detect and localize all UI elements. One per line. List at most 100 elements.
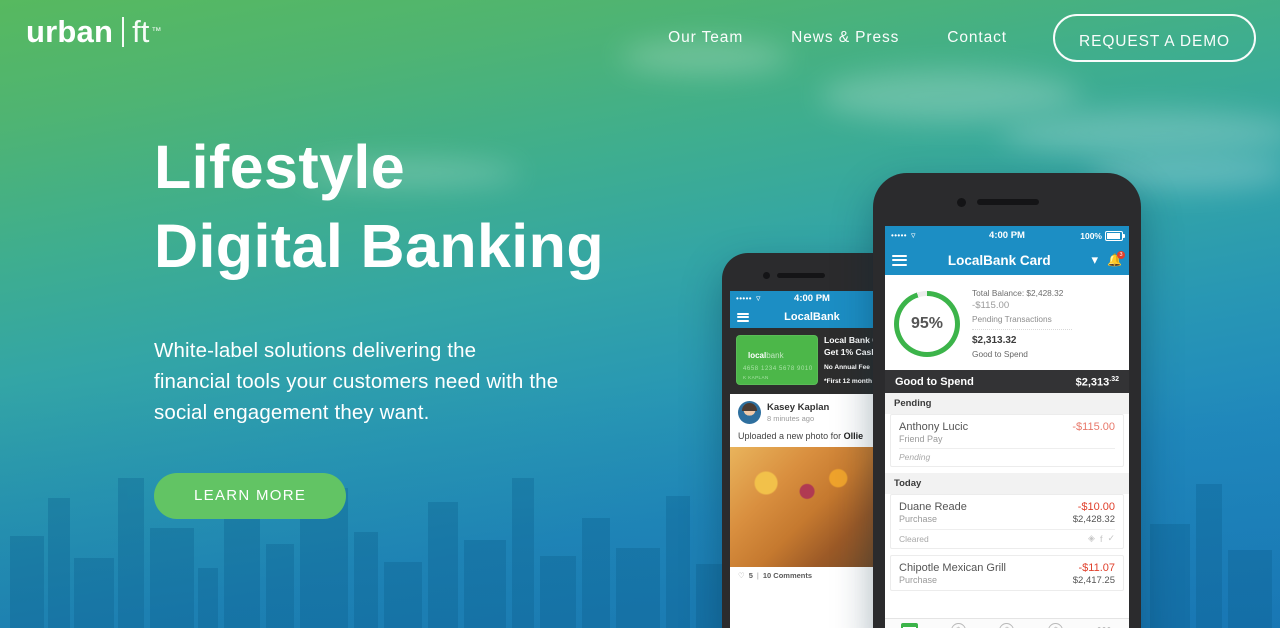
hamburger-icon[interactable] bbox=[892, 254, 907, 266]
transaction-amount: -$11.07 bbox=[1078, 562, 1116, 575]
phone-speaker bbox=[777, 273, 825, 278]
main-navigation: Our Team News & Press Contact REQUEST A … bbox=[644, 12, 1256, 64]
dollar-circle-icon: $ bbox=[950, 623, 966, 628]
card-number: 4658 1234 5678 9010 bbox=[743, 366, 813, 372]
table-row[interactable]: Chipotle Mexican Grill -$11.07 Purchase … bbox=[890, 555, 1124, 592]
dollar-circle-icon: $ bbox=[999, 623, 1015, 628]
front-app-bar: LocalBank Card ▾ 🔔 3 bbox=[885, 245, 1129, 275]
nav-item-news-press[interactable]: News & Press bbox=[767, 12, 923, 64]
ring-percent-label: 95% bbox=[910, 314, 944, 332]
section-heading-pending: Pending bbox=[885, 393, 1129, 415]
battery-icon bbox=[1105, 230, 1125, 241]
hero-content: Lifestyle Digital Banking White-label so… bbox=[154, 128, 604, 520]
good-to-spend-label: Good to Spend bbox=[972, 349, 1028, 360]
promo-line-2: Get 1% Cash bbox=[824, 346, 877, 357]
good-to-spend-amount: $2,313.32 bbox=[972, 334, 1017, 346]
transaction-amount: -$10.00 bbox=[1077, 501, 1115, 514]
nav-item-our-team[interactable]: Our Team bbox=[644, 12, 767, 64]
pending-label: Pending Transactions bbox=[972, 313, 1052, 324]
back-status-bar: ••••• ▿ 4:00 PM bbox=[730, 291, 894, 306]
balance-details: Total Balance: $2,428.32 -$115.00 Pendin… bbox=[972, 287, 1072, 360]
status-time: 4:00 PM bbox=[794, 293, 830, 304]
bell-badge: 3 bbox=[1117, 251, 1125, 259]
bell-icon[interactable]: 🔔 3 bbox=[1107, 251, 1125, 267]
transaction-bottom-row: Cleared ◈ f ✓ bbox=[899, 529, 1115, 544]
transaction-top-row: Chipotle Mexican Grill -$11.07 bbox=[899, 562, 1115, 574]
transaction-social-icons: ◈ f ✓ bbox=[1088, 533, 1115, 544]
transaction-status: Pending bbox=[899, 452, 931, 463]
comment-count[interactable]: 10 Comments bbox=[763, 571, 812, 580]
check-icon[interactable]: ✓ bbox=[1107, 533, 1115, 544]
transaction-bottom-row: Pending bbox=[899, 448, 1115, 462]
like-count: 5 bbox=[748, 570, 753, 580]
post-caption: Uploaded a new photo for Ollie bbox=[738, 430, 864, 441]
card-icon bbox=[900, 623, 918, 628]
bottom-tab-bar: Activity $ Load $ Pay $ Transfer bbox=[885, 618, 1129, 628]
post-author: Kasey Kaplan bbox=[767, 401, 830, 413]
card-brand: localbank bbox=[748, 351, 784, 360]
pending-amount: -$115.00 bbox=[972, 300, 1010, 312]
good-to-spend-bar: Good to Spend $2,313.32 bbox=[885, 370, 1129, 394]
social-feed-post[interactable]: Kasey Kaplan 8 minutes ago Uploaded a ne… bbox=[730, 393, 894, 584]
facebook-icon[interactable]: f bbox=[1100, 534, 1103, 544]
learn-more-button[interactable]: LEARN MORE bbox=[154, 473, 347, 520]
post-header: Kasey Kaplan 8 minutes ago bbox=[730, 394, 894, 429]
transaction-top-row: Anthony Lucic -$115.00 bbox=[899, 421, 1115, 433]
back-phone-screen: ••••• ▿ 4:00 PM LocalBank localbank 4658… bbox=[730, 291, 894, 628]
request-demo-button[interactable]: REQUEST A DEMO bbox=[1053, 14, 1256, 62]
post-author-block: Kasey Kaplan 8 minutes ago bbox=[767, 402, 829, 423]
transaction-type: Purchase bbox=[899, 514, 938, 525]
transaction-balance: $2,428.32 bbox=[1072, 514, 1115, 526]
meta-divider: | bbox=[756, 570, 759, 580]
transaction-name: Chipotle Mexican Grill bbox=[899, 562, 1006, 575]
table-row[interactable]: Anthony Lucic -$115.00 Friend Pay Pendin… bbox=[890, 414, 1124, 468]
transaction-name: Anthony Lucic bbox=[899, 421, 969, 434]
hero-page: urban ft ™ Our Team News & Press Contact… bbox=[0, 0, 1280, 628]
battery-percent: 100% bbox=[1080, 230, 1102, 241]
logo-text-ft: ft bbox=[132, 14, 150, 49]
transaction-mid-row: Friend Pay bbox=[899, 434, 1115, 444]
logo[interactable]: urban ft ™ bbox=[26, 16, 161, 47]
hamburger-icon[interactable] bbox=[737, 312, 749, 322]
dollar-circle-icon: $ bbox=[1048, 623, 1064, 628]
promo-text: Local Bank C Get 1% Cash No Annual Fee *… bbox=[824, 335, 878, 387]
status-right: 100% bbox=[1080, 230, 1125, 241]
heart-icon[interactable]: ♡ bbox=[738, 571, 745, 580]
divider bbox=[972, 328, 1072, 330]
transaction-mid-row: Purchase $2,417.25 bbox=[899, 575, 1115, 586]
ellipsis-icon: ••• bbox=[1097, 623, 1112, 628]
total-balance-text: Total Balance: $2,428.32 bbox=[972, 288, 1064, 298]
transaction-type: Purchase bbox=[899, 575, 938, 586]
credit-card-graphic: localbank 4658 1234 5678 9010 K KAPLAN bbox=[736, 335, 818, 385]
card-promo-banner[interactable]: localbank 4658 1234 5678 9010 K KAPLAN L… bbox=[730, 328, 894, 394]
front-phone-screen: ••••• ▿ 4:00 PM 100% LocalBank Card ▾ 🔔 3 bbox=[885, 226, 1129, 628]
hero-subtitle-line-2: financial tools your customers need with… bbox=[154, 369, 559, 393]
post-photo bbox=[730, 446, 894, 567]
promo-line-3: No Annual Fee bbox=[824, 364, 870, 372]
transaction-status: Cleared bbox=[899, 533, 929, 544]
transaction-type: Friend Pay bbox=[899, 434, 943, 445]
tab-pay[interactable]: $ Pay bbox=[983, 619, 1032, 628]
card-holder-name: K KAPLAN bbox=[743, 375, 769, 380]
transaction-name: Duane Reade bbox=[899, 501, 967, 514]
tab-transfer[interactable]: $ Transfer bbox=[1031, 619, 1080, 628]
phone-camera bbox=[957, 198, 966, 207]
tab-more[interactable]: ••• More bbox=[1080, 619, 1129, 628]
nav-item-contact[interactable]: Contact bbox=[923, 12, 1031, 64]
tab-activity[interactable]: Activity bbox=[885, 619, 934, 628]
front-app-title: LocalBank Card bbox=[947, 252, 1051, 268]
logo-trademark: ™ bbox=[151, 25, 162, 37]
promo-line-4: *First 12 month bbox=[824, 378, 872, 386]
hero-title-line-2: Digital Banking bbox=[154, 212, 604, 281]
filter-icon[interactable]: ▾ bbox=[1092, 252, 1099, 268]
hero-subtitle: White-label solutions delivering the fin… bbox=[154, 335, 604, 428]
post-meta: ♡ 5 | 10 Comments bbox=[730, 567, 894, 584]
hero-subtitle-line-1: White-label solutions delivering the bbox=[154, 338, 477, 362]
back-app-bar: LocalBank bbox=[730, 306, 894, 328]
hero-subtitle-line-3: social engagement they want. bbox=[154, 400, 430, 424]
front-phone-mockup: ••••• ▿ 4:00 PM 100% LocalBank Card ▾ 🔔 3 bbox=[873, 173, 1141, 628]
share-icon[interactable]: ◈ bbox=[1088, 533, 1095, 544]
table-row[interactable]: Duane Reade -$10.00 Purchase $2,428.32 C… bbox=[890, 494, 1124, 550]
avatar bbox=[738, 400, 761, 424]
tab-load[interactable]: $ Load bbox=[934, 619, 983, 628]
